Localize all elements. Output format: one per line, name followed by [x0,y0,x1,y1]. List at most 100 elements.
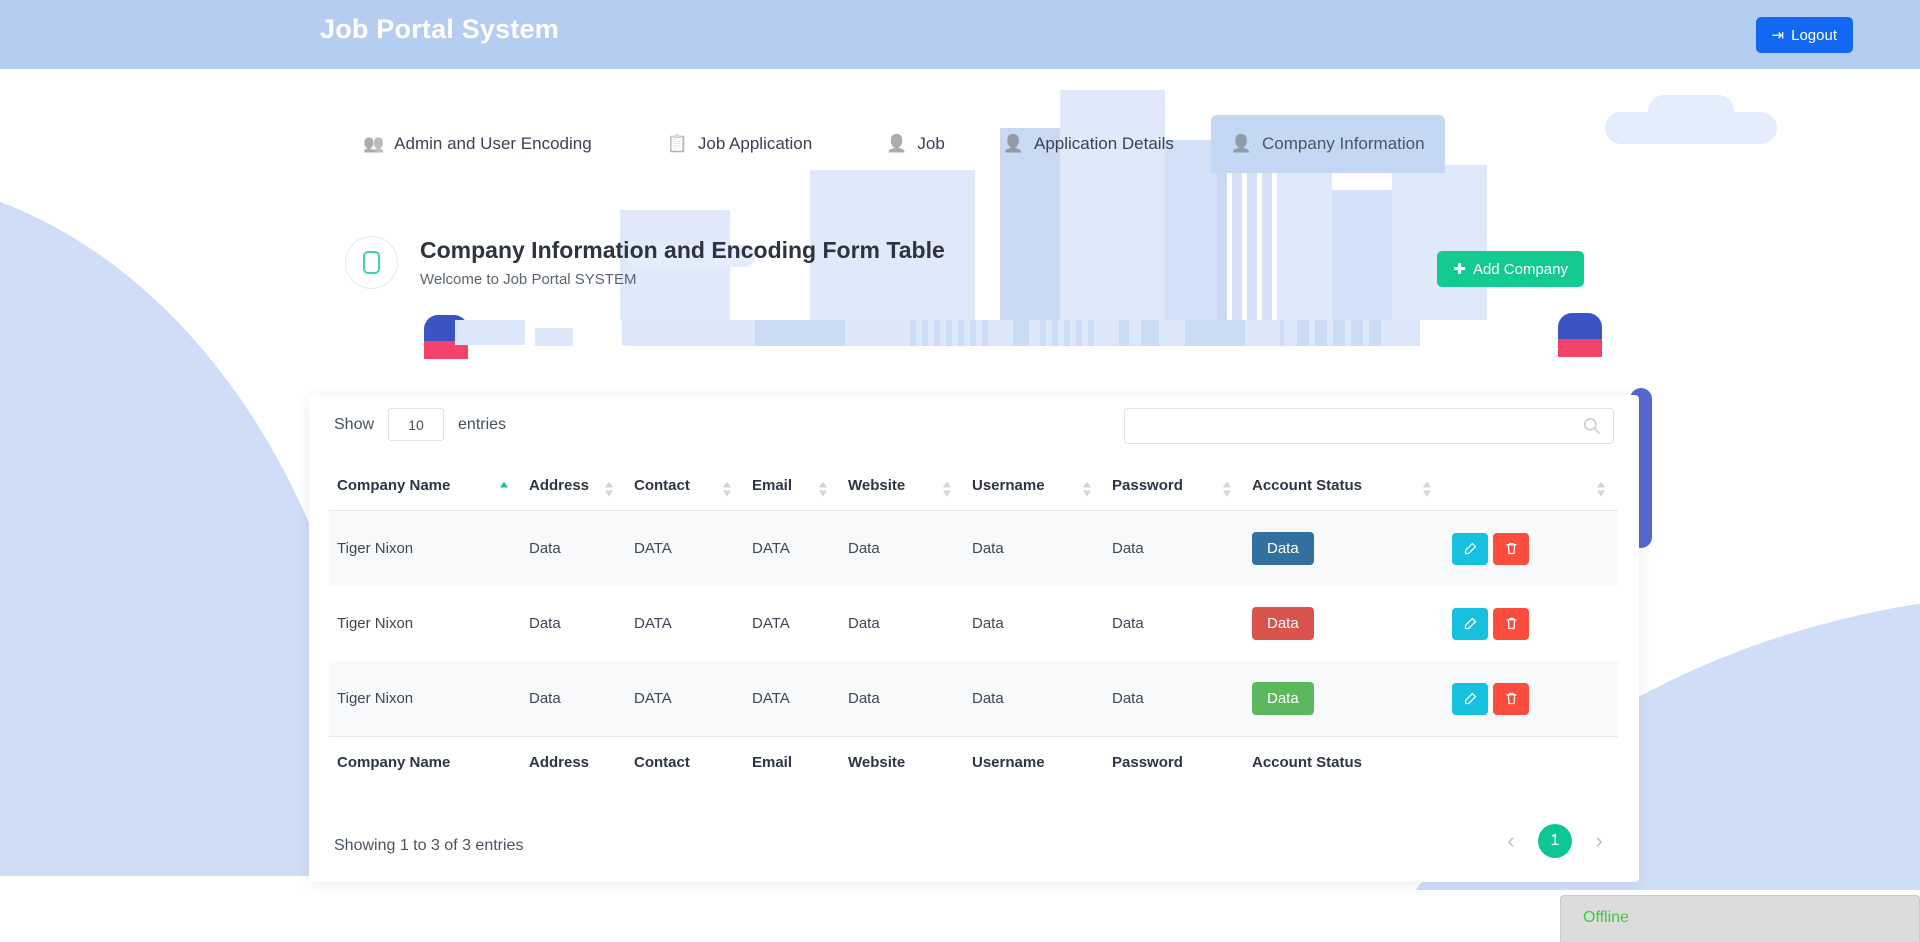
table-row[interactable]: Tiger Nixon Data DATA DATA Data Data Dat… [329,586,1618,661]
table-row[interactable]: Tiger Nixon Data DATA DATA Data Data Dat… [329,511,1618,587]
cell-email: DATA [744,661,840,737]
tab-label: Job Application [698,134,812,154]
column-label: Account Status [1252,477,1362,494]
table-header-row: Company Name Address Contact Email [329,467,1618,511]
datatable-card: Show entries Company Name [309,395,1639,882]
previous-page-button[interactable]: ‹ [1496,826,1526,856]
sort-arrows-icon [943,480,952,497]
status-badge[interactable]: Data [1252,607,1314,640]
page-1-button[interactable]: 1 [1538,824,1572,858]
cell-password: Data [1104,511,1244,587]
column-header-website[interactable]: Website [840,467,964,511]
cell-contact: DATA [626,661,744,737]
column-label: Email [752,477,792,494]
column-header-username[interactable]: Username [964,467,1104,511]
search-box [1124,408,1614,444]
decor-flag-right [1558,313,1602,357]
user-silhouette-icon: 👤 [1003,134,1024,154]
sort-arrows-icon [1597,480,1606,497]
column-header-company-name[interactable]: Company Name [329,467,521,511]
cell-actions [1444,586,1618,661]
sort-arrows-icon [1423,480,1432,497]
cell-company-name: Tiger Nixon [329,511,521,587]
next-page-button[interactable]: › [1584,826,1614,856]
column-label: Password [1112,477,1183,494]
clipboard-icon: 📋 [667,134,688,154]
trash-icon [1504,541,1519,556]
page-root: Job Portal System ⇥ Logout 👥 Admin and U… [0,0,1920,942]
edit-pencil-icon [1463,541,1478,556]
cell-address: Data [521,586,626,661]
app-title: Job Portal System [320,14,559,45]
entries-info: Showing 1 to 3 of 3 entries [334,824,1614,868]
status-badge[interactable]: Data [1252,532,1314,565]
tab-job-application[interactable]: 📋 Job Application [647,115,833,173]
logout-button[interactable]: ⇥ Logout [1756,17,1853,53]
cell-contact: DATA [626,511,744,587]
add-company-label: Add Company [1473,261,1568,278]
delete-row-button[interactable] [1493,608,1529,640]
tab-job[interactable]: 👤 Job [866,115,965,173]
edit-row-button[interactable] [1452,608,1488,640]
trash-icon [1504,691,1519,706]
sort-arrows-icon [500,480,509,497]
tab-application-details[interactable]: 👤 Application Details [983,115,1194,173]
tab-bar: 👥 Admin and User Encoding 📋 Job Applicat… [0,115,1920,173]
group-users-icon: 👥 [363,134,384,154]
cell-website: Data [840,661,964,737]
cell-password: Data [1104,586,1244,661]
edit-row-button[interactable] [1452,533,1488,565]
tab-label: Application Details [1034,134,1174,154]
status-badge[interactable]: Data [1252,682,1314,715]
sign-out-icon: ⇥ [1772,28,1785,43]
delete-row-button[interactable] [1493,533,1529,565]
column-header-actions[interactable] [1444,467,1618,511]
table-body: Tiger Nixon Data DATA DATA Data Data Dat… [329,511,1618,737]
page-length-input[interactable] [388,408,444,441]
edit-row-button[interactable] [1452,683,1488,715]
column-header-account-status[interactable]: Account Status [1244,467,1444,511]
footer-account-status: Account Status [1244,737,1444,782]
cell-company-name: Tiger Nixon [329,661,521,737]
column-label: Company Name [337,477,450,494]
column-header-contact[interactable]: Contact [626,467,744,511]
sort-arrows-icon [723,480,732,497]
tab-company-information[interactable]: 👤 Company Information [1211,115,1445,173]
user-silhouette-icon: 👤 [886,134,907,154]
cell-password: Data [1104,661,1244,737]
pagination: ‹ 1 › [1496,824,1614,858]
footer-contact: Contact [626,737,744,782]
column-header-password[interactable]: Password [1104,467,1244,511]
cell-actions [1444,661,1618,737]
footer-password: Password [1104,737,1244,782]
cell-username: Data [964,511,1104,587]
show-label: Show [334,416,374,434]
footer-company-name: Company Name [329,737,521,782]
company-table: Company Name Address Contact Email [329,467,1618,781]
logout-label: Logout [1791,27,1837,44]
cell-website: Data [840,586,964,661]
chevron-right-icon: › [1595,830,1602,852]
cell-email: DATA [744,586,840,661]
footer-email: Email [744,737,840,782]
sort-arrows-icon [1223,480,1232,497]
tab-label: Job [917,134,944,154]
column-label: Address [529,477,589,494]
offline-status-bar[interactable]: Offline [1560,895,1920,942]
cell-contact: DATA [626,586,744,661]
status-badge-offline: Offline [1583,909,1629,927]
column-label: Website [848,477,905,494]
add-company-button[interactable]: ✚ Add Company [1437,251,1584,287]
column-header-address[interactable]: Address [521,467,626,511]
plus-icon: ✚ [1453,260,1466,278]
cell-account-status: Data [1244,511,1444,587]
delete-row-button[interactable] [1493,683,1529,715]
column-header-email[interactable]: Email [744,467,840,511]
chevron-left-icon: ‹ [1507,830,1514,852]
tab-admin-and-user-encoding[interactable]: 👥 Admin and User Encoding [343,115,612,173]
search-input[interactable] [1124,408,1614,444]
skyline-illustration [0,60,1920,320]
avatar [345,236,398,289]
table-row[interactable]: Tiger Nixon Data DATA DATA Data Data Dat… [329,661,1618,737]
cell-website: Data [840,511,964,587]
